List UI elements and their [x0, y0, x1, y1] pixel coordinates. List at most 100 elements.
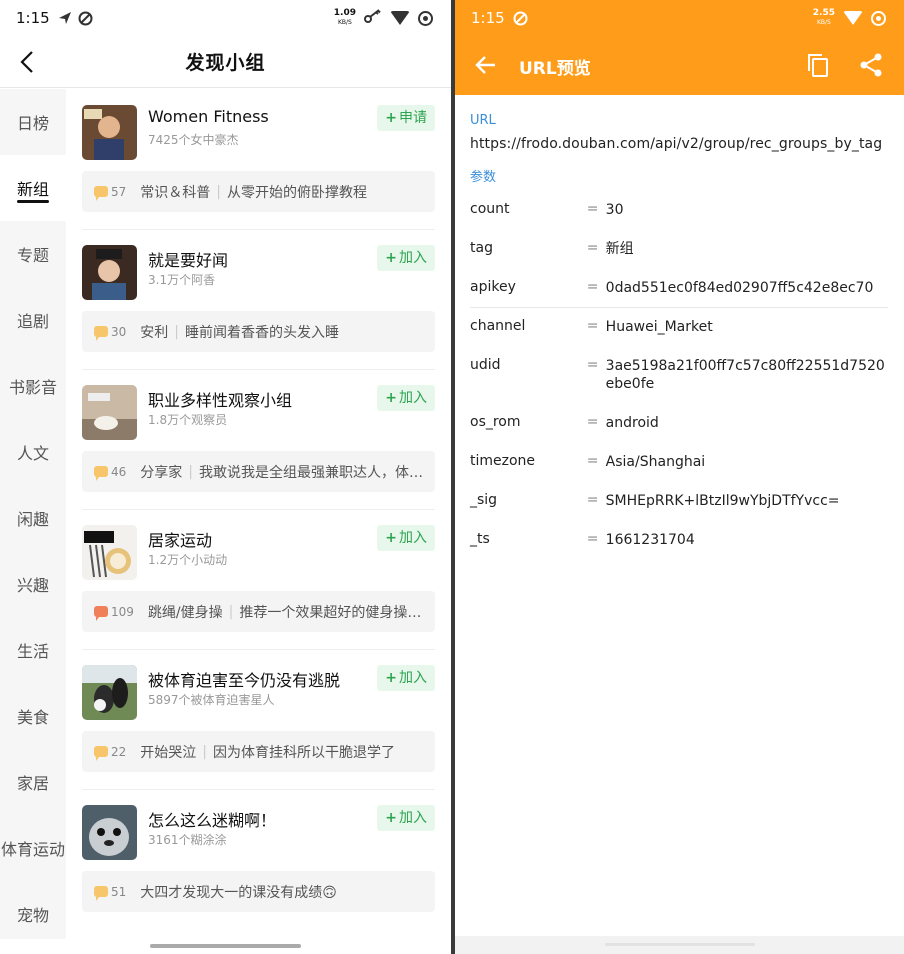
join-button[interactable]: + 加入 [377, 665, 435, 691]
group-hot-topic[interactable]: 30 安利 | 睡前闻着香香的头发入睡 [82, 311, 435, 352]
group-item[interactable]: 职业多样性观察小组 1.8万个观察员 + 加入 46 分享家 | 我敢说我是全组最… [82, 369, 435, 509]
topic-comment-count: 51 [111, 884, 127, 899]
group-item[interactable]: 被体育迫害至今仍没有逃脱 5897个被体育迫害星人 + 加入 22 开始哭泣 | … [82, 649, 435, 789]
sidebar-item-new[interactable]: 新组 [0, 155, 66, 221]
topic-comment-count: 57 [111, 184, 127, 199]
join-button-label: 加入 [399, 810, 427, 826]
param-row[interactable]: tag = 新组 [470, 230, 888, 269]
sidebar-item-media[interactable]: 书影音 [0, 353, 66, 419]
network-unit: KB/S [337, 19, 352, 26]
group-hot-topic[interactable]: 57 常识＆科普 | 从零开始的俯卧撑教程 [82, 171, 435, 212]
sidebar-item-leisure[interactable]: 闲趣 [0, 485, 66, 551]
param-key: os_rom [470, 414, 521, 430]
group-hot-topic[interactable]: 109 跳绳/健身操 | 推荐一个效果超好的健身操… [82, 591, 435, 632]
group-avatar [82, 385, 137, 440]
sidebar-item-humanities[interactable]: 人文 [0, 419, 66, 485]
plus-icon: + [385, 810, 397, 826]
topic-comment-count: 30 [111, 324, 127, 339]
sidebar-item-drama[interactable]: 追剧 [0, 287, 66, 353]
group-members: 7425个女中豪杰 [148, 133, 239, 147]
group-members: 3161个糊涂涂 [148, 833, 227, 847]
copy-icon[interactable] [806, 52, 830, 78]
group-hot-topic[interactable]: 22 开始哭泣 | 因为体育挂科所以干脆退学了 [82, 731, 435, 772]
sidebar-item-pets[interactable]: 宠物 [0, 881, 66, 947]
sidebar-item-sports[interactable]: 体育运动 [0, 815, 66, 881]
sidebar-item-daily[interactable]: 日榜 [0, 89, 66, 155]
sidebar-item-interests[interactable]: 兴趣 [0, 551, 66, 617]
page-title: 发现小组 [185, 52, 266, 74]
network-rate: 2.55 [812, 8, 835, 18]
network-speed: 1.09 KB/S [334, 9, 356, 27]
param-row[interactable]: os_rom = android [470, 404, 888, 443]
navigation-arrow-icon [58, 11, 72, 25]
group-item[interactable]: 怎么这么迷糊啊！ 3161个糊涂涂 + 加入 51 大四才发现大一的课没有成绩🙃 [82, 789, 435, 929]
topic-tag: 跳绳/健身操 [147, 604, 223, 621]
param-key: _ts [470, 531, 490, 547]
sidebar-item-topics[interactable]: 专题 [0, 221, 66, 287]
back-arrow-icon[interactable] [473, 52, 499, 78]
group-hot-topic[interactable]: 51 大四才发现大一的课没有成绩🙃 [82, 871, 435, 912]
comment-bubble-icon [94, 466, 108, 481]
topic-separator: | [174, 323, 179, 340]
sidebar-item-life[interactable]: 生活 [0, 617, 66, 683]
param-value: 30 [605, 202, 624, 218]
page-header: 发现小组 [0, 36, 451, 88]
discover-groups-screen: 1:15 1.09 KB/S 发现小组 日榜 新组 专题 追剧 书影音 人文 闲… [0, 0, 451, 954]
battery-icon [871, 10, 886, 26]
join-button[interactable]: + 加入 [377, 385, 435, 411]
back-arrow-icon[interactable] [14, 48, 42, 76]
join-button[interactable]: + 加入 [377, 245, 435, 271]
group-hot-topic[interactable]: 46 分享家 | 我敢说我是全组最强兼职达人，体… [82, 451, 435, 492]
group-name: 居家运动 [148, 531, 213, 550]
data-saver-icon [513, 11, 528, 26]
join-button[interactable]: + 加入 [377, 805, 435, 831]
group-name: 被体育迫害至今仍没有逃脱 [148, 671, 341, 690]
sidebar-item-food[interactable]: 美食 [0, 683, 66, 749]
apply-button[interactable]: + 申请 [377, 105, 435, 131]
status-time: 1:15 [16, 9, 50, 27]
param-key: count [470, 201, 510, 217]
param-key: apikey [470, 279, 516, 295]
group-name: 就是要好闻 [148, 251, 229, 270]
url-label: URL [470, 113, 496, 128]
apply-button-label: 申请 [399, 110, 427, 126]
param-key: _sig [470, 492, 498, 508]
category-sidebar: 日榜 新组 专题 追剧 书影音 人文 闲趣 兴趣 生活 美食 家居 体育运动 宠… [0, 89, 66, 939]
param-row[interactable]: udid = 3ae5198a21f00ff7c57c80ff22551d752… [470, 347, 888, 404]
group-item[interactable]: 居家运动 1.2万个小动动 + 加入 109 跳绳/健身操 | 推荐一个效果超好的… [82, 509, 435, 649]
topic-separator: | [188, 463, 193, 480]
join-button-label: 加入 [399, 250, 427, 266]
network-unit: KB/S [816, 19, 831, 26]
navigation-bar[interactable] [455, 936, 904, 954]
group-item[interactable]: Women Fitness 7425个女中豪杰 + 申请 57 常识＆科普 | 从… [82, 89, 435, 229]
group-members: 5897个被体育迫害星人 [148, 693, 275, 707]
param-equals: = [586, 492, 599, 508]
join-button[interactable]: + 加入 [377, 525, 435, 551]
group-name: Women Fitness [148, 107, 269, 126]
topic-title: 因为体育挂科所以干脆退学了 [213, 744, 395, 761]
url-preview-screen: 1:15 2.55 KB/S URL预览 URL https://frodo.d… [455, 0, 904, 954]
param-row[interactable]: timezone = Asia/Shanghai [470, 443, 888, 482]
group-item[interactable]: 就是要好闻 3.1万个阿香 + 加入 30 安利 | 睡前闻着香香的头发入睡 [82, 229, 435, 369]
param-value: 3ae5198a21f00ff7c57c80ff22551d7520ebe0fe [605, 358, 885, 392]
param-row[interactable]: _ts = 1661231704 [470, 521, 888, 560]
sidebar-item-home[interactable]: 家居 [0, 749, 66, 815]
share-icon[interactable] [858, 52, 884, 78]
home-indicator[interactable] [150, 944, 301, 948]
group-avatar [82, 525, 137, 580]
param-value: 0dad551ec0f84ed02907ff5c42e8ec70 [605, 280, 874, 296]
param-row[interactable]: count = 30 [470, 191, 888, 230]
param-equals: = [586, 240, 599, 256]
status-bar: 1:15 2.55 KB/S [455, 0, 904, 36]
wifi-icon [390, 11, 410, 25]
url-value[interactable]: https://frodo.douban.com/api/v2/group/re… [470, 136, 888, 152]
param-row[interactable]: apikey = 0dad551ec0f84ed02907ff5c42e8ec7… [470, 269, 888, 308]
topic-title: 睡前闻着香香的头发入睡 [185, 324, 339, 341]
param-row[interactable]: channel = Huawei_Market [470, 308, 888, 347]
topic-tag: 分享家 [140, 464, 183, 481]
param-row[interactable]: _sig = SMHEpRRK+lBtzIl9wYbjDTfYvcc= [470, 482, 888, 521]
param-key: udid [470, 357, 501, 373]
comment-bubble-icon [94, 326, 108, 341]
group-avatar [82, 245, 137, 300]
comment-bubble-icon [94, 746, 108, 761]
